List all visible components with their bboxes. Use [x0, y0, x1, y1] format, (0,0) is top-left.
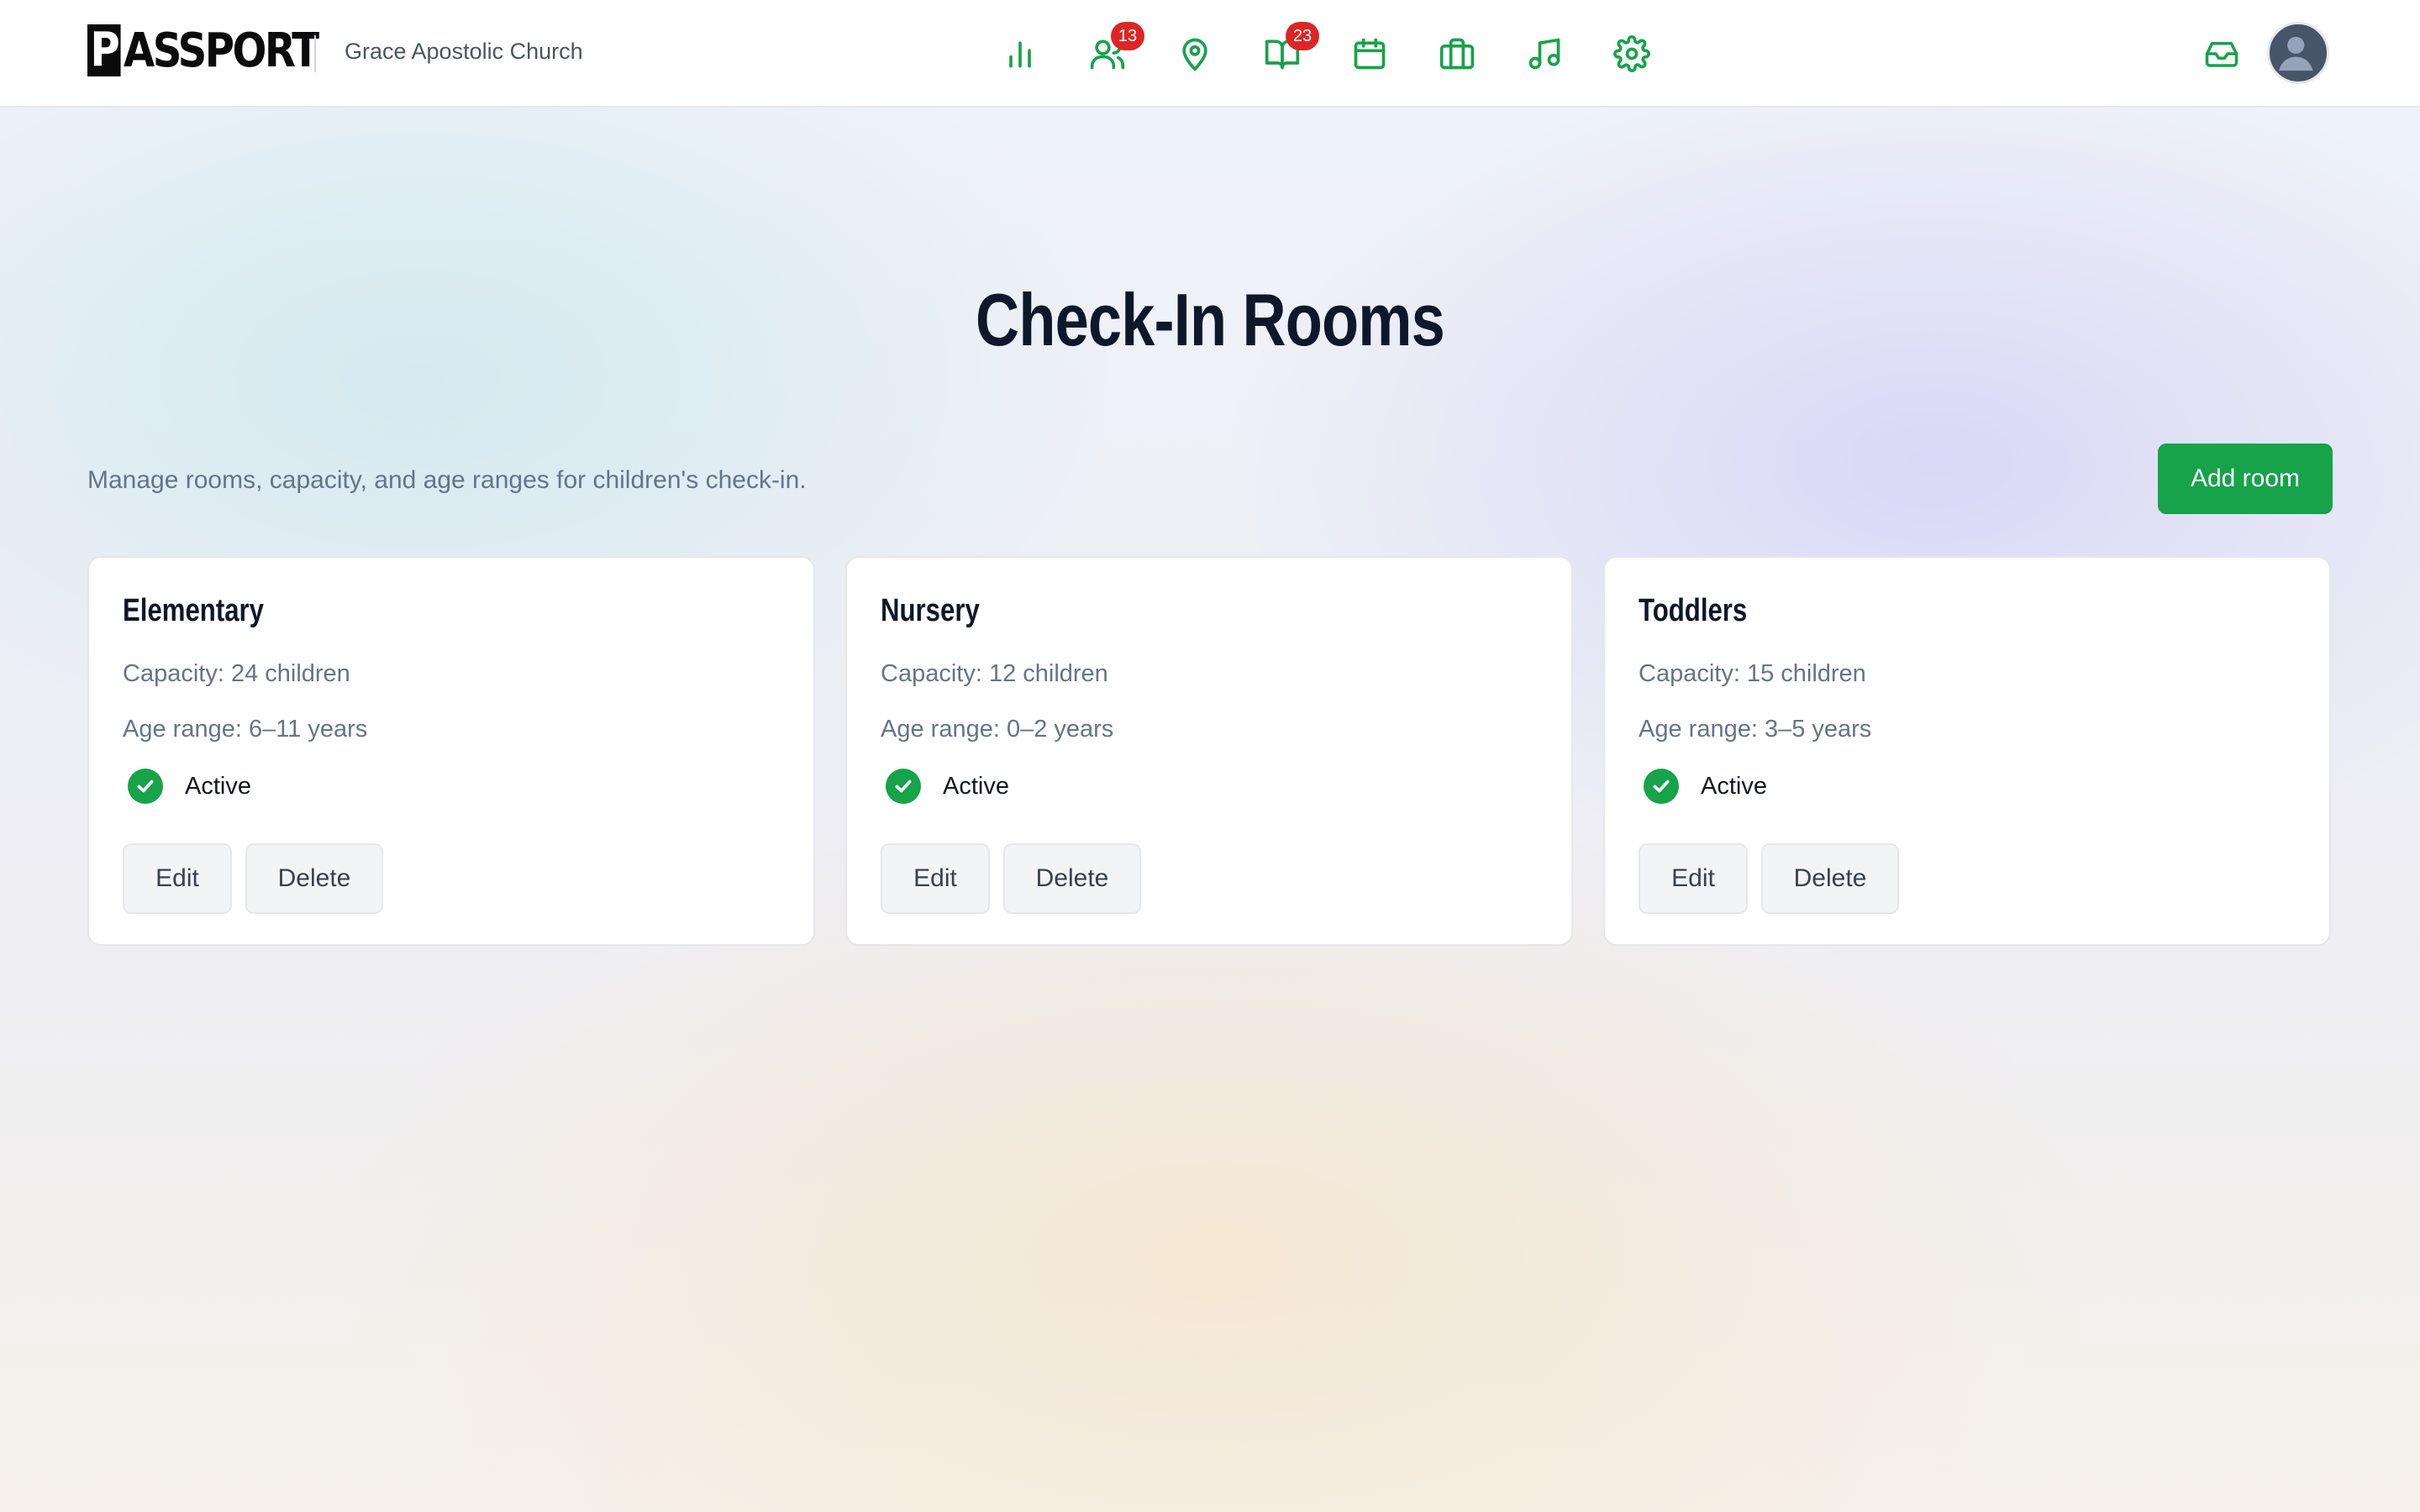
- page-description: Manage rooms, capacity, and age ranges f…: [87, 466, 807, 494]
- room-card-toddlers: Toddlers Capacity: 15 children Age range…: [1603, 556, 2331, 946]
- inbox-button[interactable]: [2202, 34, 2242, 74]
- passport-logo[interactable]: P ASSPORT: [87, 21, 319, 80]
- room-status: Active: [886, 768, 1009, 805]
- map-pin-icon: [1182, 38, 1207, 71]
- user-avatar[interactable]: [2267, 22, 2329, 84]
- user-avatar-icon: [2279, 36, 2313, 71]
- room-status: Active: [128, 768, 251, 805]
- edit-room-button[interactable]: Edit: [1639, 843, 1748, 914]
- delete-room-button[interactable]: Delete: [1761, 843, 1899, 914]
- briefcase-icon: [1439, 38, 1475, 70]
- check-circle-icon: [886, 769, 921, 804]
- nav-people[interactable]: 13: [1086, 22, 1144, 76]
- status-label: Active: [943, 772, 1009, 800]
- nav-music[interactable]: [1523, 32, 1566, 76]
- room-capacity: Capacity: 12 children: [881, 660, 1108, 687]
- logo-text: ASSPORT: [124, 23, 319, 78]
- header-divider: [314, 35, 316, 72]
- nav-services[interactable]: [1435, 32, 1479, 76]
- organization-name: Grace Apostolic Church: [345, 39, 583, 64]
- logo-initial: P: [87, 24, 121, 76]
- edit-room-button[interactable]: Edit: [881, 843, 990, 914]
- music-icon: [1528, 38, 1560, 70]
- room-name: Toddlers: [1639, 593, 1748, 628]
- add-room-button[interactable]: Add room: [2158, 444, 2333, 514]
- room-capacity: Capacity: 15 children: [1639, 660, 1866, 687]
- settings-icon: [1613, 35, 1650, 72]
- room-card-elementary: Elementary Capacity: 24 children Age ran…: [87, 556, 815, 946]
- room-age-range: Age range: 0–2 years: [881, 716, 1114, 743]
- room-status: Active: [1644, 768, 1767, 805]
- nav-dashboard[interactable]: [998, 32, 1042, 76]
- calendar-icon: [1354, 38, 1386, 70]
- room-name: Nursery: [881, 593, 980, 628]
- edit-room-button[interactable]: Edit: [123, 843, 232, 914]
- delete-room-button[interactable]: Delete: [1003, 843, 1141, 914]
- check-circle-icon: [1644, 769, 1679, 804]
- top-navigation-bar: P ASSPORT Grace Apostolic Church 13 23: [0, 0, 2420, 108]
- delete-room-button[interactable]: Delete: [245, 843, 383, 914]
- room-name: Elementary: [123, 593, 265, 628]
- status-label: Active: [185, 772, 251, 800]
- bar-chart-icon: [1009, 41, 1031, 68]
- status-label: Active: [1701, 772, 1767, 800]
- check-circle-icon: [128, 769, 163, 804]
- room-capacity: Capacity: 24 children: [123, 660, 350, 687]
- room-age-range: Age range: 3–5 years: [1639, 716, 1872, 743]
- nav-settings[interactable]: [1610, 32, 1654, 76]
- groups-badge: 23: [1286, 22, 1319, 50]
- nav-groups[interactable]: 23: [1260, 22, 1319, 76]
- page-title: Check-In Rooms: [976, 278, 1445, 361]
- people-badge: 13: [1111, 22, 1144, 50]
- nav-calendar[interactable]: [1348, 32, 1392, 76]
- nav-locations[interactable]: [1173, 32, 1217, 76]
- inbox-icon: [2205, 42, 2238, 67]
- room-card-nursery: Nursery Capacity: 12 children Age range:…: [845, 556, 1573, 946]
- room-age-range: Age range: 6–11 years: [123, 716, 368, 743]
